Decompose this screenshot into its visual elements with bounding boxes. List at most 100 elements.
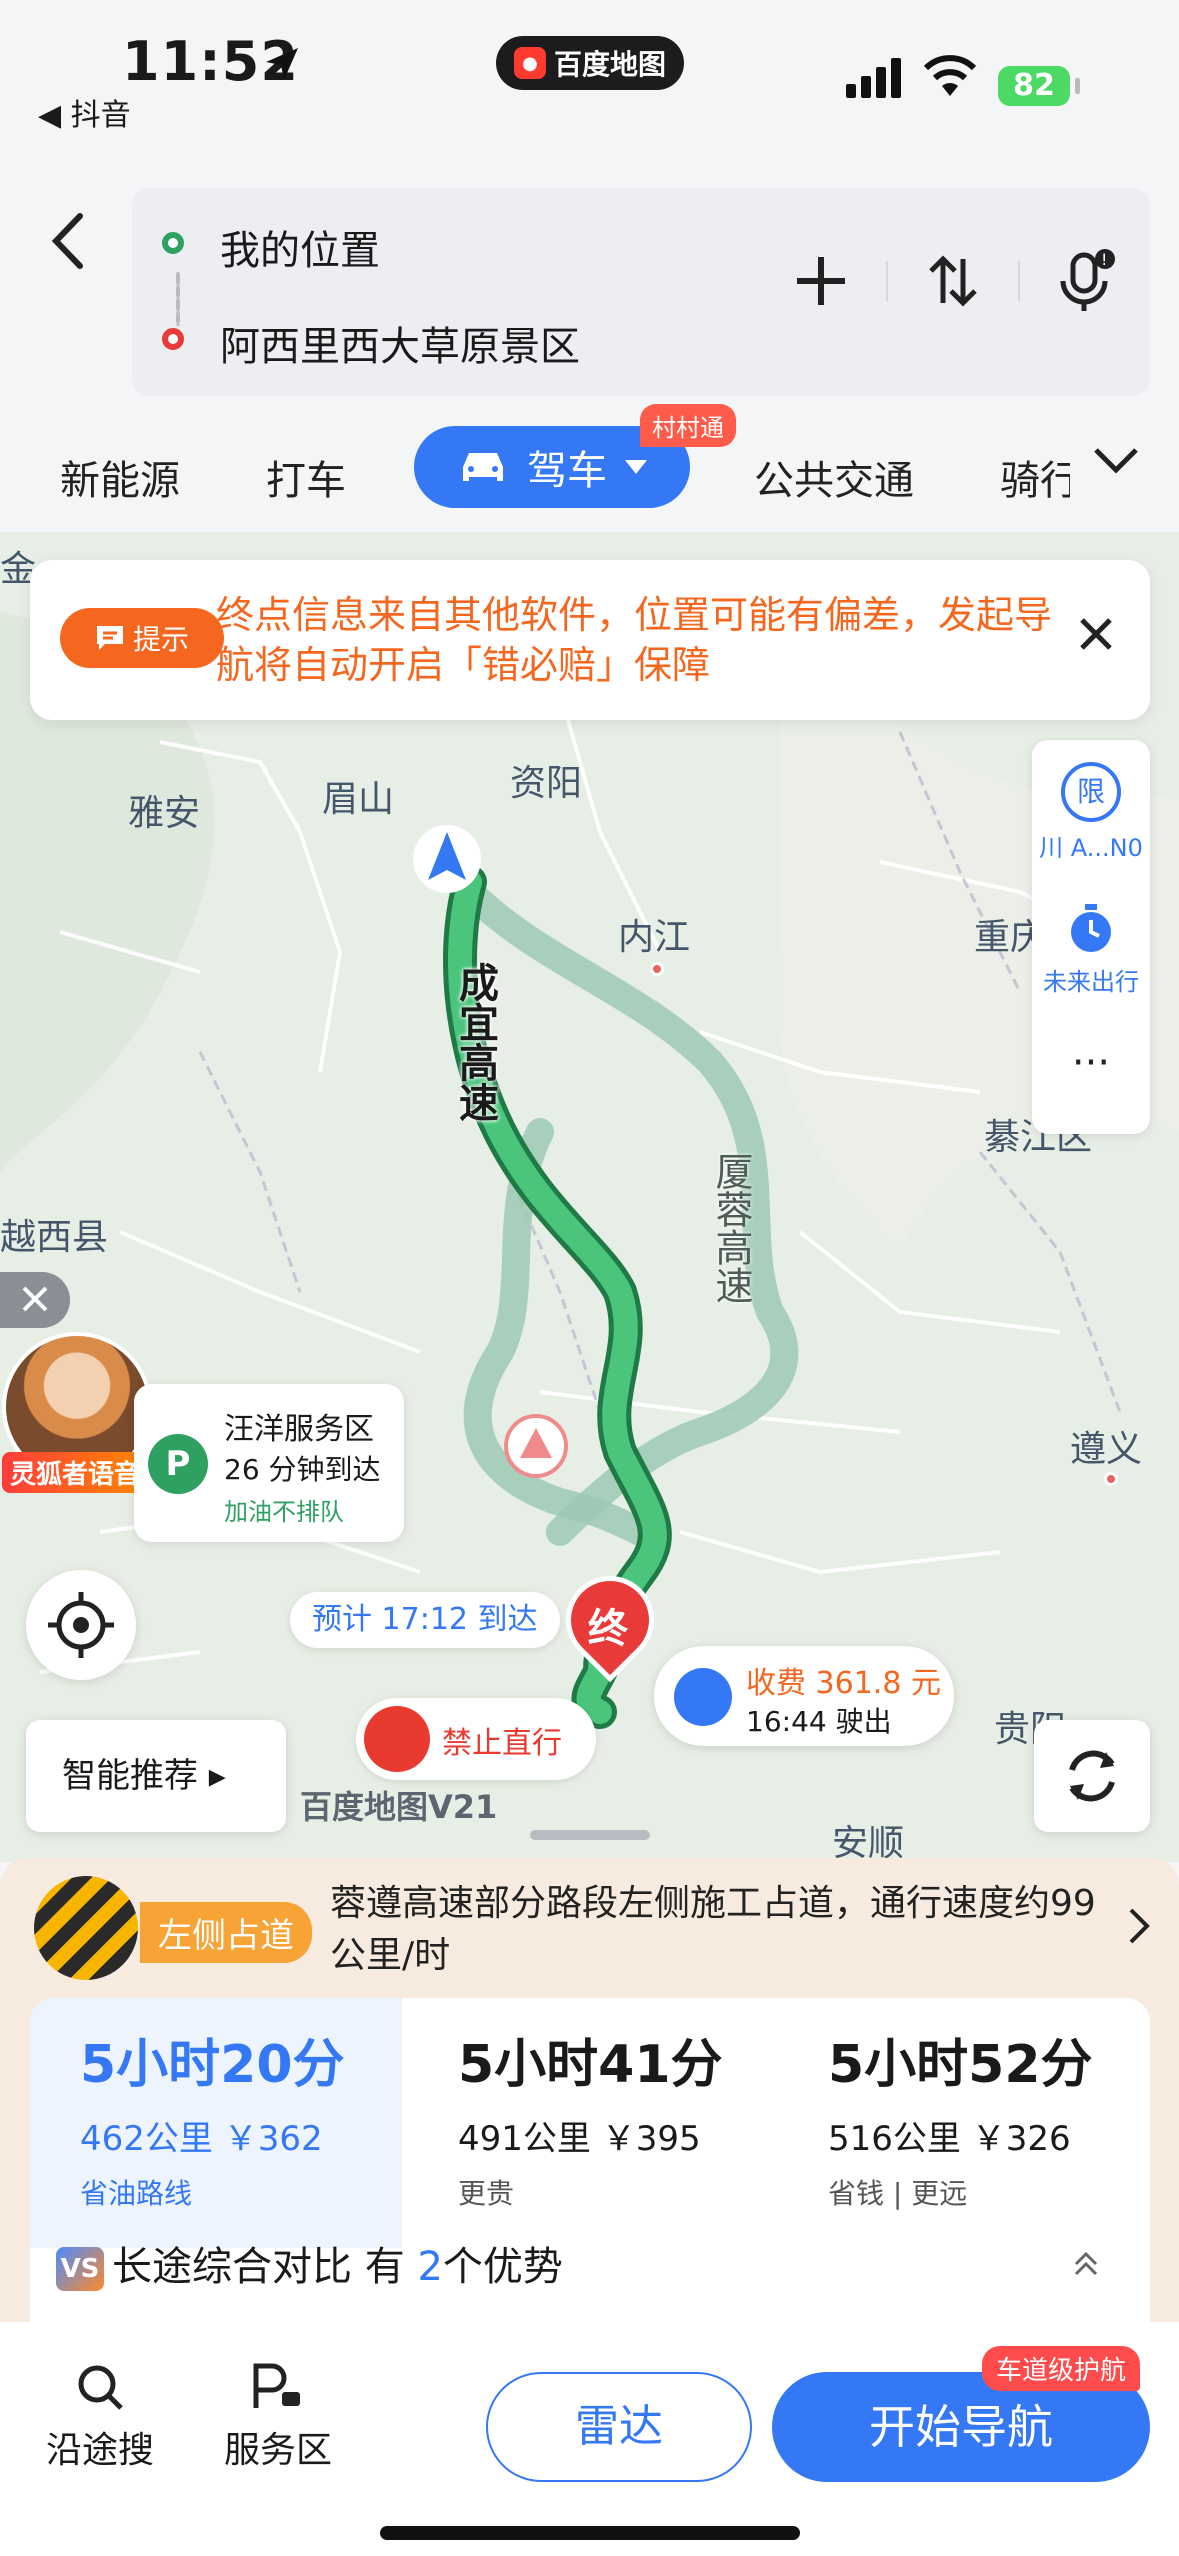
- construction-barrier-icon: [34, 1876, 138, 1980]
- destination-tip-banner: 提示 终点信息来自其他软件，位置可能有偏差，发起导航将自动开启「错必赔」保障: [30, 560, 1150, 720]
- home-indicator[interactable]: [380, 2526, 800, 2540]
- baidu-map-logo-icon: ●: [514, 47, 546, 79]
- plate-restriction-button[interactable]: 限 川 A...N0: [1032, 762, 1150, 863]
- add-waypoint-button[interactable]: [756, 226, 886, 336]
- map-view[interactable]: 眉山 资阳 雅安 内江 重庆 綦江区 越西县 遵义 贵阳 安顺 金 提示 终点信…: [0, 532, 1179, 1862]
- city-yaan: 雅安: [128, 793, 201, 834]
- smart-label: 智能推荐: [62, 1756, 198, 1796]
- destination-pin-label: 终: [587, 1605, 628, 1652]
- radar-button[interactable]: 雷达: [486, 2372, 752, 2482]
- tab-transit[interactable]: 公共交通: [754, 448, 914, 506]
- city-zunyi: 遵义: [1070, 1429, 1143, 1470]
- chevron-right-icon[interactable]: [1127, 1906, 1151, 1946]
- main-road-label: 成宜高速: [452, 962, 498, 1122]
- app-name: 百度地图: [554, 48, 667, 81]
- tip-tag: 提示: [60, 608, 224, 668]
- current-location-arrow-icon: [413, 825, 481, 893]
- more-icon: ···: [1071, 1040, 1111, 1086]
- destination-dot-icon: [162, 328, 184, 350]
- no-straight-warning[interactable]: 禁止直行: [356, 1698, 596, 1780]
- future-label: 未来出行: [1043, 968, 1139, 996]
- route-plan-3[interactable]: 5小时52分 516公里 ￥326 省钱 | 更远: [828, 2022, 1093, 2212]
- chevron-up-icon[interactable]: [1072, 2250, 1100, 2278]
- service-area-icon: [253, 2363, 300, 2408]
- toll-info[interactable]: 收费 361.8 元 16:44 驶出: [654, 1646, 954, 1746]
- battery-indicator: 82: [998, 66, 1080, 106]
- status-bar: 11:52 ◀ 抖音 ● 百度地图 82: [0, 0, 1179, 150]
- origin-dot-icon: [162, 232, 184, 254]
- route-input-card: 我的位置 阿西里西大草原景区 !: [132, 188, 1150, 396]
- plus-icon: [797, 257, 845, 305]
- toll-icon: [674, 1668, 732, 1726]
- wifi-icon: [923, 55, 977, 96]
- alt-road-label: 厦蓉高速: [709, 1152, 753, 1304]
- compare-count: 2: [417, 2244, 443, 2290]
- city-neijiang: 内江: [618, 917, 691, 958]
- service-area-button[interactable]: 服务区: [224, 2362, 332, 2473]
- future-travel-button[interactable]: 未来出行: [1032, 900, 1150, 997]
- city-marker: [1104, 1472, 1118, 1486]
- plan-note: 省钱 | 更远: [828, 2177, 968, 2210]
- chevron-down-icon[interactable]: [1092, 446, 1140, 476]
- city-meishan: 眉山: [322, 779, 395, 820]
- stopwatch-icon: [1071, 904, 1111, 952]
- city-yuexi: 越西县: [0, 1217, 109, 1258]
- service-area-card[interactable]: P 汪洋服务区 26 分钟到达 加油不排队: [134, 1384, 404, 1542]
- plan-note: 省油路线: [80, 2177, 193, 2210]
- tab-taxi[interactable]: 打车: [266, 448, 346, 506]
- refresh-icon: [1069, 1750, 1115, 1802]
- destination-field[interactable]: 阿西里西大草原景区: [162, 314, 580, 372]
- village-badge: 村村通: [640, 404, 736, 447]
- swap-button[interactable]: [888, 226, 1018, 336]
- compare-suffix: 个优势: [442, 2244, 563, 2290]
- service-area-eta: 26 分钟到达: [224, 1453, 381, 1486]
- vs-icon: VS: [56, 2247, 104, 2291]
- search-along-label: 沿途搜: [46, 2430, 155, 2471]
- destination-text: 阿西里西大草原景区: [220, 324, 580, 370]
- app-indicator-pill: ● 百度地图: [496, 36, 684, 90]
- close-icon[interactable]: [1078, 616, 1114, 652]
- long-distance-compare[interactable]: VS 长途综合对比 有 2个优势: [56, 2234, 563, 2292]
- swap-icon: [929, 255, 977, 307]
- compare-prefix: 长途综合对比 有: [112, 2244, 405, 2290]
- smart-recommend-button[interactable]: 智能推荐 ▸: [26, 1720, 286, 1832]
- close-voice-button[interactable]: [0, 1272, 70, 1328]
- car-icon: [463, 453, 503, 481]
- tip-tag-label: 提示: [132, 623, 189, 656]
- more-button[interactable]: ···: [1032, 1040, 1150, 1086]
- back-arrow-icon[interactable]: [40, 206, 100, 276]
- plan-time: 5小时41分: [458, 2035, 723, 2095]
- toll-exit-time: 16:44 驶出: [746, 1705, 892, 1738]
- route-plan-2[interactable]: 5小时41分 491公里 ￥395 更贵: [458, 2022, 723, 2212]
- origin-text: 我的位置: [220, 228, 380, 274]
- cellular-signal-icon: [846, 58, 901, 98]
- voice-button[interactable]: !: [1020, 226, 1150, 336]
- route-plan-1[interactable]: 5小时20分 462公里 ￥362 省油路线: [80, 2022, 345, 2212]
- sheet-drag-handle[interactable]: [530, 1830, 650, 1840]
- message-icon: [96, 626, 123, 650]
- route-connector: [176, 272, 180, 326]
- plan-time: 5小时52分: [828, 2035, 1093, 2095]
- back-to-app-link[interactable]: ◀ 抖音: [38, 90, 131, 134]
- city-anshun: 安顺: [832, 1823, 905, 1862]
- plan-detail: 462公里 ￥362: [80, 2119, 323, 2159]
- refresh-button[interactable]: [1034, 1720, 1150, 1832]
- road-warning-text[interactable]: 蓉遵高速部分路段左侧施工占道，通行速度约99公里/时: [330, 1878, 1110, 1982]
- toll-fee: 收费 361.8 元: [746, 1666, 941, 1701]
- map-side-tools: 限 川 A...N0 未来出行 ···: [1032, 740, 1150, 1134]
- no-straight-icon: [364, 1706, 430, 1772]
- bottom-action-bar: 沿途搜 服务区 雷达 开始导航 车道级护航: [0, 2322, 1179, 2556]
- tab-cycling[interactable]: 骑行: [1000, 448, 1070, 506]
- search-icon: [78, 2365, 123, 2410]
- plate-label: 川 A...N0: [1039, 834, 1143, 862]
- tab-new-energy[interactable]: 新能源: [60, 448, 180, 506]
- parking-icon: P: [148, 1434, 208, 1494]
- lane-occupied-tag: 左侧占道: [140, 1902, 312, 1963]
- plan-detail: 491公里 ￥395: [458, 2119, 701, 2159]
- caret-down-icon: [625, 460, 647, 474]
- locate-me-button[interactable]: [26, 1570, 136, 1680]
- search-along-button[interactable]: 沿途搜: [46, 2362, 154, 2473]
- map-watermark: 百度地图V21: [300, 1788, 498, 1826]
- origin-field[interactable]: 我的位置: [162, 218, 380, 276]
- city-ziyang: 资阳: [510, 763, 583, 804]
